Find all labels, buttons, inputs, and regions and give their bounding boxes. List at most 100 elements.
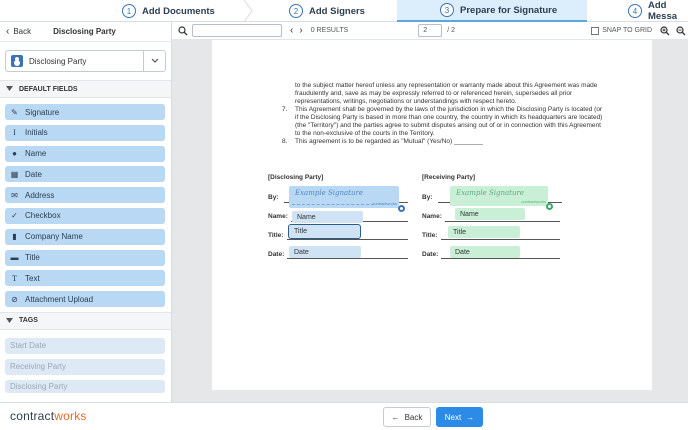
- wizard-stepper: 1 Add Documents 2 Add Signers 3 Prepare …: [0, 0, 688, 22]
- footer-bar: contractworks ← Back Next →: [0, 402, 688, 430]
- doc-text-line: if the Disclosing Party is based in more…: [295, 114, 603, 121]
- receiving-title-field[interactable]: Title: [448, 226, 520, 238]
- prev-result-icon[interactable]: ‹: [290, 25, 293, 36]
- paperclip-icon: ⊘: [11, 294, 18, 304]
- resize-handle-icon[interactable]: [546, 203, 553, 210]
- snap-label: SNAP TO GRID: [602, 27, 652, 34]
- sidebar-back-button[interactable]: ‹ Back: [6, 26, 31, 37]
- signature-brand: contractworks: [372, 201, 397, 206]
- name-label: Name:: [268, 213, 288, 220]
- receiving-date-field[interactable]: Date: [450, 246, 520, 258]
- step-label: Add Signers: [309, 5, 365, 17]
- tag-receiving-party[interactable]: Receiving Party: [5, 358, 165, 375]
- search-input[interactable]: [192, 24, 282, 37]
- doc-text-line: representations, writings, negotiations …: [295, 98, 517, 105]
- tags-list: Start Date Receiving Party Disclosing Pa…: [0, 330, 171, 393]
- tag-disclosing-party[interactable]: Disclosing Party: [5, 379, 165, 393]
- field-title[interactable]: ▬ Title: [5, 249, 165, 266]
- zoom-out-icon[interactable]: [676, 25, 686, 36]
- step-number: 1: [122, 4, 136, 18]
- disclosing-title-field[interactable]: Title: [288, 224, 361, 239]
- caret-down-icon: [6, 317, 13, 323]
- title-label: Title:: [422, 232, 438, 239]
- next-button[interactable]: Next →: [436, 407, 483, 427]
- tags-header[interactable]: TAGS: [0, 311, 171, 330]
- by-label: By:: [422, 194, 433, 201]
- zoom-in-icon[interactable]: [660, 25, 670, 36]
- arrow-left-icon: ←: [391, 412, 400, 422]
- section-label: TAGS: [19, 317, 38, 325]
- logo-text: contract: [10, 409, 55, 423]
- default-fields-header[interactable]: DEFAULT FIELDS: [0, 80, 171, 98]
- check-icon: ✓: [11, 211, 18, 221]
- search-icon[interactable]: [178, 25, 188, 36]
- title-line: [441, 239, 560, 240]
- field-label: Name: [25, 149, 47, 159]
- snap-checkbox[interactable]: [591, 26, 600, 35]
- document-page: to the subject matter hereof unless any …: [212, 40, 652, 390]
- field-date[interactable]: ▦ Date: [5, 166, 165, 183]
- viewer-toolbar: ‹ › 0 RESULTS 2 / 2 SNAP TO GRID: [172, 22, 688, 40]
- person-icon: ●: [12, 149, 17, 159]
- signature-brand: contractworks: [521, 199, 546, 204]
- doc-text-line: This Agreement shall be governed by the …: [295, 106, 603, 113]
- initials-icon: I: [13, 128, 16, 138]
- title-label: Title:: [268, 232, 284, 239]
- briefcase-icon: ▬: [10, 253, 19, 263]
- arrow-right-icon: →: [466, 412, 475, 422]
- receiving-name-field[interactable]: Name: [455, 208, 525, 220]
- field-attachment-upload[interactable]: ⊘ Attachment Upload: [5, 291, 165, 308]
- field-label: Address: [25, 190, 55, 200]
- field-text[interactable]: T Text: [5, 270, 165, 287]
- doc-text-line: to the subject matter hereof unless any …: [295, 82, 598, 89]
- date-label: Date:: [422, 251, 439, 258]
- document-viewer[interactable]: to the subject matter hereof unless any …: [172, 40, 688, 402]
- next-button-label: Next: [444, 412, 462, 422]
- step-add-documents[interactable]: 1 Add Documents: [122, 0, 242, 22]
- disclosing-signature-field[interactable]: Example Signature contractworks: [289, 186, 399, 208]
- tag-start-date[interactable]: Start Date: [5, 337, 165, 354]
- step-prepare-for-signature[interactable]: 3 Prepare for Signature: [397, 0, 587, 22]
- disclosing-date-field[interactable]: Date: [289, 246, 361, 258]
- signature-example-text: Example Signature: [456, 189, 524, 197]
- receiving-signature-field[interactable]: Example Signature contractworks: [450, 186, 548, 206]
- doc-item-number: 7.: [282, 106, 288, 113]
- field-signature[interactable]: ✎ Signature: [5, 104, 165, 120]
- disclosing-party-header: [Disclosing Party]: [268, 174, 324, 181]
- field-name[interactable]: ● Name: [5, 145, 165, 162]
- title-line: [287, 239, 408, 240]
- step-add-message[interactable]: 4 Add Messa: [628, 0, 688, 22]
- field-initials[interactable]: I Initials: [5, 124, 165, 141]
- step-add-signers[interactable]: 2 Add Signers: [289, 0, 394, 22]
- field-checkbox[interactable]: ✓ Checkbox: [5, 207, 165, 224]
- disclosing-name-field[interactable]: Name: [292, 211, 363, 223]
- field-label: Initials: [25, 128, 48, 138]
- pen-icon: ✎: [11, 107, 18, 117]
- resize-handle-icon[interactable]: [398, 205, 405, 212]
- field-label: Title: [25, 253, 40, 263]
- next-result-icon[interactable]: ›: [299, 25, 302, 36]
- step-label: Add Messa: [647, 0, 678, 22]
- envelope-icon: ✉: [11, 190, 18, 200]
- party-select[interactable]: Disclosing Party: [5, 50, 166, 72]
- signature-dash-line: [292, 204, 374, 205]
- chevron-down-icon: [143, 51, 165, 71]
- page-number-input[interactable]: 2: [418, 24, 443, 37]
- date-line: [441, 258, 560, 259]
- field-address[interactable]: ✉ Address: [5, 187, 165, 204]
- step-label: Prepare for Signature: [460, 4, 558, 16]
- field-company-name[interactable]: ▮ Company Name: [5, 228, 165, 245]
- text-icon: T: [12, 273, 17, 283]
- field-label: Date: [25, 169, 42, 179]
- by-label: By:: [268, 194, 279, 201]
- doc-text-line: fraudulently and, save as may be express…: [295, 90, 573, 97]
- snap-to-grid-toggle[interactable]: SNAP TO GRID: [591, 26, 652, 35]
- back-button-label: Back: [404, 412, 423, 422]
- default-fields-list: ✎ Signature I Initials ● Name ▦ Date ✉ Addres…: [0, 98, 171, 308]
- name-line: [445, 221, 560, 222]
- name-label: Name:: [422, 213, 442, 220]
- back-button[interactable]: ← Back: [383, 407, 431, 427]
- chevron-left-icon: ‹: [6, 26, 10, 37]
- page-total: / 2: [447, 27, 456, 34]
- step-number: 4: [628, 4, 642, 18]
